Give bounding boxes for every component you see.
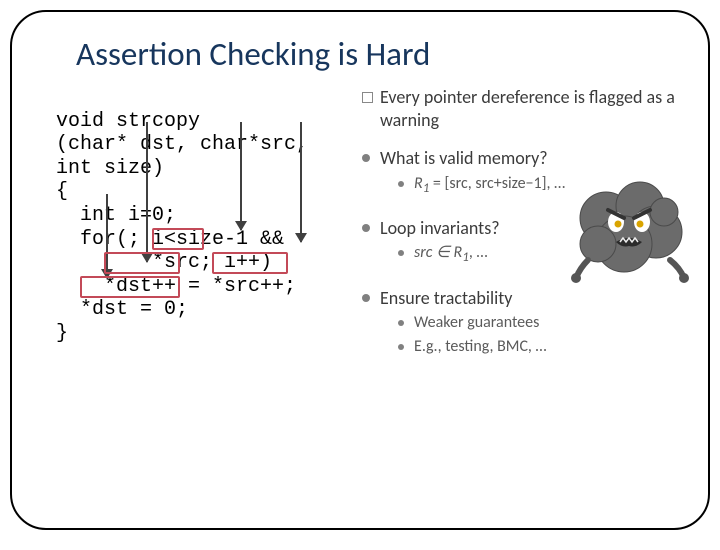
math-src-rest: , … xyxy=(469,243,488,262)
bullet-tractability: Ensure tractability Weaker guarantees E.… xyxy=(362,287,680,358)
math-src: src ∈ R xyxy=(414,243,462,262)
arrow-src-param xyxy=(240,122,242,230)
bullet-text: What is valid memory? xyxy=(380,147,548,169)
box-star-src-cond xyxy=(152,228,204,250)
arrow-dst-param xyxy=(146,122,148,262)
math-r: R xyxy=(414,174,423,193)
subbullet-eg: E.g., testing, BMC, … xyxy=(380,337,680,357)
code-block: void strcopy (char* dst, char*src, int s… xyxy=(56,86,354,530)
box-star-dst-assign xyxy=(104,252,180,274)
bullet-text: Ensure tractability xyxy=(380,287,512,309)
bullet-column: Every pointer dereference is flagged as … xyxy=(362,86,680,530)
slide-title: Assertion Checking is Hard xyxy=(76,34,680,74)
code-line: *dst = 0; xyxy=(56,298,188,321)
code-line: int i=0; xyxy=(56,204,176,227)
box-star-dst-zero xyxy=(80,276,180,298)
bullet-text: Every pointer dereference is flagged as … xyxy=(380,86,675,131)
arrow-size-param xyxy=(300,122,302,242)
code-line: void strcopy xyxy=(56,110,200,133)
math-src-sub: 1 xyxy=(462,251,469,266)
bullet-warning: Every pointer dereference is flagged as … xyxy=(362,86,680,131)
subbullet-weaker: Weaker guarantees xyxy=(380,313,680,333)
code-line: (char* dst, char*src, xyxy=(56,133,308,156)
code-line: } xyxy=(56,322,68,345)
math-r-rest: = [src, src+size−1], … xyxy=(429,174,565,193)
code-line: { xyxy=(56,180,68,203)
box-star-src-assign xyxy=(212,252,288,274)
bullet-text: Loop invariants? xyxy=(380,217,500,239)
content-row: void strcopy (char* dst, char*src, int s… xyxy=(56,86,680,530)
slide-frame: Assertion Checking is Hard void strcopy … xyxy=(10,10,710,530)
angry-cloud-icon xyxy=(570,168,690,284)
